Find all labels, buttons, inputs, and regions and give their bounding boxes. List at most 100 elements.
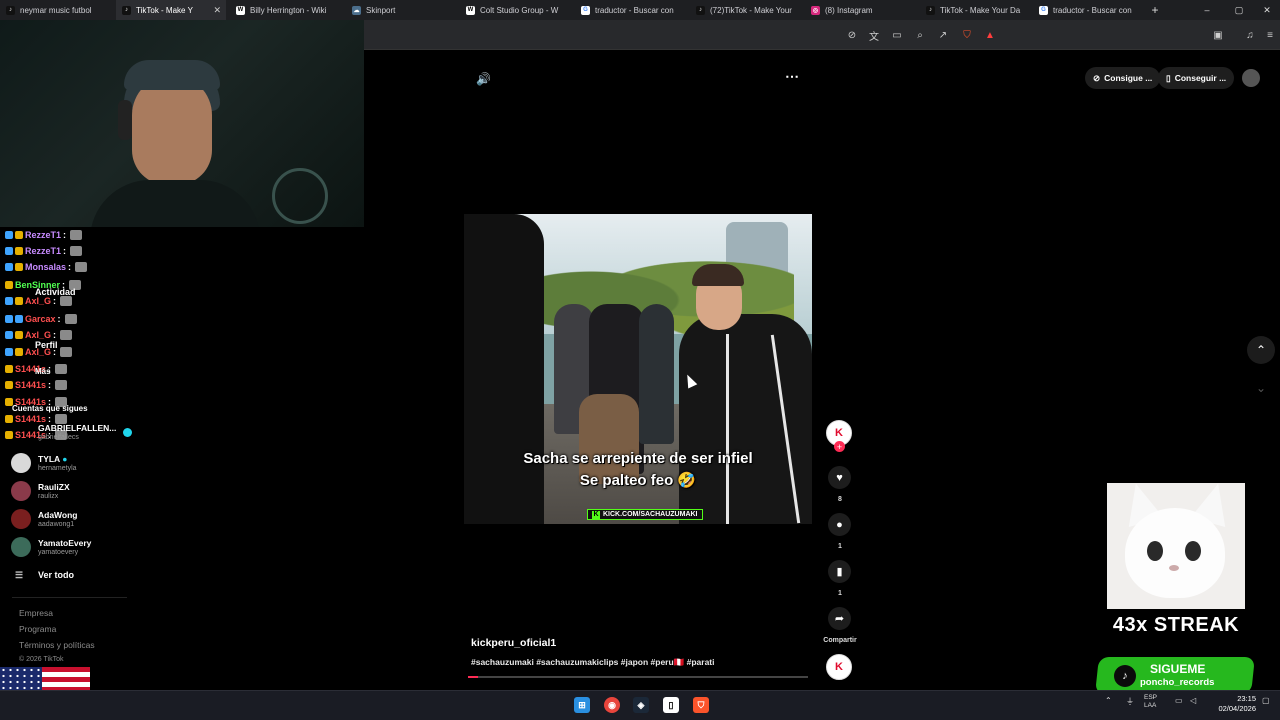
screen: ♪ neymar music futbol ♪ TikTok - Make Y ✕ W… (0, 0, 1280, 720)
following-item[interactable]: YamatoEvery yamatoevery (11, 533, 91, 561)
background-fan (272, 168, 328, 224)
volume-tray-icon[interactable]: ◁ (1190, 696, 1196, 705)
tab-5[interactable]: Gtraductor - Buscar con (575, 0, 687, 20)
jacket-stripe (726, 334, 729, 524)
file-icon[interactable]: ▯ (663, 697, 679, 713)
following-name: AdaWong (38, 510, 78, 520)
video-progress-bar[interactable] (468, 676, 808, 678)
translate-icon[interactable]: 文 (868, 29, 880, 43)
tab-title: TikTok - Make Your Da (940, 5, 1021, 15)
follow-plus-icon[interactable]: + (834, 441, 845, 452)
chat-line: Axl_G: (5, 345, 73, 359)
emote-icon (60, 330, 73, 340)
tab-title: (72)TikTok - Make Your (710, 5, 792, 15)
brave-shield-icon[interactable]: ⛉ (961, 29, 973, 41)
following-handle: aadawong1 (38, 521, 75, 528)
like-heart-icon[interactable]: ♥ (828, 466, 851, 489)
streamer-hair-top (124, 60, 220, 90)
see-all-link[interactable]: Ver todo (38, 570, 74, 580)
tab-6[interactable]: ♪ (72)TikTok - Make Your (690, 0, 802, 20)
tab-2[interactable]: W Billy Herrington - Wiki (230, 0, 342, 20)
emote-icon (55, 380, 68, 390)
video-progress-fill (468, 676, 479, 678)
avatar (11, 453, 31, 473)
next-video-chevron-down-icon[interactable]: ⌄ (1247, 374, 1275, 402)
streak-counter: 43x STREAK (1112, 614, 1240, 636)
tab-9[interactable]: Gtraductor - Buscar con (1033, 0, 1143, 20)
tab-7[interactable]: ◎ (8) Instagram (805, 0, 917, 20)
bookmark-icon[interactable]: ▮ (828, 560, 851, 583)
following-handle: hernametyla (38, 465, 77, 472)
cat-eye (1147, 541, 1163, 561)
following-item[interactable]: TYLA ● hernametyla (11, 449, 77, 477)
language-indicator[interactable]: ESP LAA (1144, 694, 1157, 710)
chat-line: RezzeT1: (5, 228, 83, 242)
windows-start-icon[interactable]: ⊞ (574, 697, 590, 713)
sidebar-toggle-icon[interactable]: ▣ (1212, 29, 1224, 41)
sound-disc-letter: K (835, 661, 843, 673)
usb-icon[interactable]: ⏚ (1126, 696, 1134, 707)
video-player[interactable]: Sacha se arrepiente de ser infiel Se pal… (464, 214, 812, 524)
following-item[interactable]: GABRIELFALLEN... gabrielfallecs (38, 418, 133, 446)
tab-title: TikTok - Make Y (136, 5, 193, 15)
minimize-button[interactable]: – (1192, 0, 1222, 20)
volume-icon[interactable]: 🔊 (476, 72, 491, 86)
following-handle: gabrielfallecs (38, 434, 79, 441)
video-caption-line1: Sacha se arrepiente de ser infiel (523, 450, 753, 467)
kick-watermark-text: KICK.COM/SACHAUZUMAKI (603, 511, 698, 518)
cast-icon[interactable]: ▭ (891, 29, 903, 41)
brave-rewards-icon[interactable]: ▲ (984, 29, 996, 41)
video-caption-line2: Se palteo feo 🤣 (579, 472, 697, 489)
sound-disc-icon[interactable]: K (826, 654, 852, 680)
post-hashtags[interactable]: #sachauzumaki #sachauzumakiclips #japon … (471, 657, 715, 668)
footer-link-terms[interactable]: Términos y políticas (19, 640, 95, 650)
skinport-icon: ☁ (352, 5, 361, 15)
mute-site-icon[interactable]: ⊘ (846, 29, 858, 41)
close-window-button[interactable]: ✕ (1252, 0, 1280, 20)
following-header: Cuentas que sigues (12, 404, 88, 413)
menu-icon[interactable]: ≡ (1264, 29, 1276, 41)
share-icon[interactable]: ↗ (937, 29, 949, 41)
maximize-button[interactable]: ▢ (1224, 0, 1254, 20)
footer-link-programa[interactable]: Programa (19, 624, 56, 634)
tray-chevron-up-icon[interactable]: ⌃ (1105, 696, 1112, 705)
video-man-hair (692, 264, 744, 286)
streamer-face (132, 75, 212, 185)
previous-video-chevron-up-icon[interactable]: ⌃ (1247, 336, 1275, 364)
tiktok-icon: ♪ (6, 5, 15, 15)
emote-icon (70, 230, 83, 240)
new-tab-button[interactable]: + (1140, 0, 1170, 20)
tab-8[interactable]: ♪ TikTok - Make Your Da (920, 0, 1030, 20)
like-count: 8 (838, 496, 842, 503)
steam-icon[interactable]: ◈ (633, 697, 649, 713)
zoom-icon[interactable]: ⌕ (914, 29, 926, 41)
brave-icon[interactable]: ⛉ (693, 697, 709, 713)
get-app-button[interactable]: ▯ Conseguir ... (1158, 67, 1235, 89)
share-label: Compartir (823, 637, 857, 644)
following-item[interactable]: AdaWong aadawong1 (11, 505, 78, 533)
get-coins-button[interactable]: ⊘ Consigue ... (1085, 67, 1161, 89)
sidebar-item-more[interactable]: Más (35, 367, 51, 376)
footer-link-empresa[interactable]: Empresa (19, 608, 53, 618)
chrome-icon[interactable]: ◉ (604, 697, 620, 713)
phone-icon: ▯ (1166, 72, 1171, 83)
share-arrow-icon[interactable]: ➦ (828, 607, 851, 630)
profile-avatar[interactable] (1242, 69, 1260, 87)
tab-0[interactable]: ♪ neymar music futbol (0, 0, 114, 20)
network-icon[interactable]: ▭ (1175, 696, 1183, 705)
more-options-icon[interactable]: ⋯ (785, 68, 799, 85)
taskbar-clock[interactable]: 23:15 02/04/2026 (1210, 694, 1256, 714)
tab-1-active[interactable]: ♪ TikTok - Make Y ✕ (116, 0, 226, 20)
tab-4[interactable]: W Colt Studio Group - W (460, 0, 572, 20)
tab-3[interactable]: ☁ Skinport (346, 0, 458, 20)
coin-icon: ⊘ (1093, 72, 1101, 83)
chat-line: Monsalas: (5, 260, 88, 274)
notification-icon[interactable]: ▢ (1262, 696, 1270, 705)
close-tab-icon[interactable]: ✕ (213, 5, 221, 16)
streamer-body (90, 180, 260, 227)
following-item[interactable]: RauliZX raulizx (11, 477, 70, 505)
media-icon[interactable]: ♫ (1244, 29, 1256, 41)
post-username[interactable]: kickperu_oficial1 (471, 637, 556, 649)
comment-icon[interactable]: ● (828, 513, 851, 536)
tab-title: traductor - Buscar con (1053, 5, 1132, 15)
